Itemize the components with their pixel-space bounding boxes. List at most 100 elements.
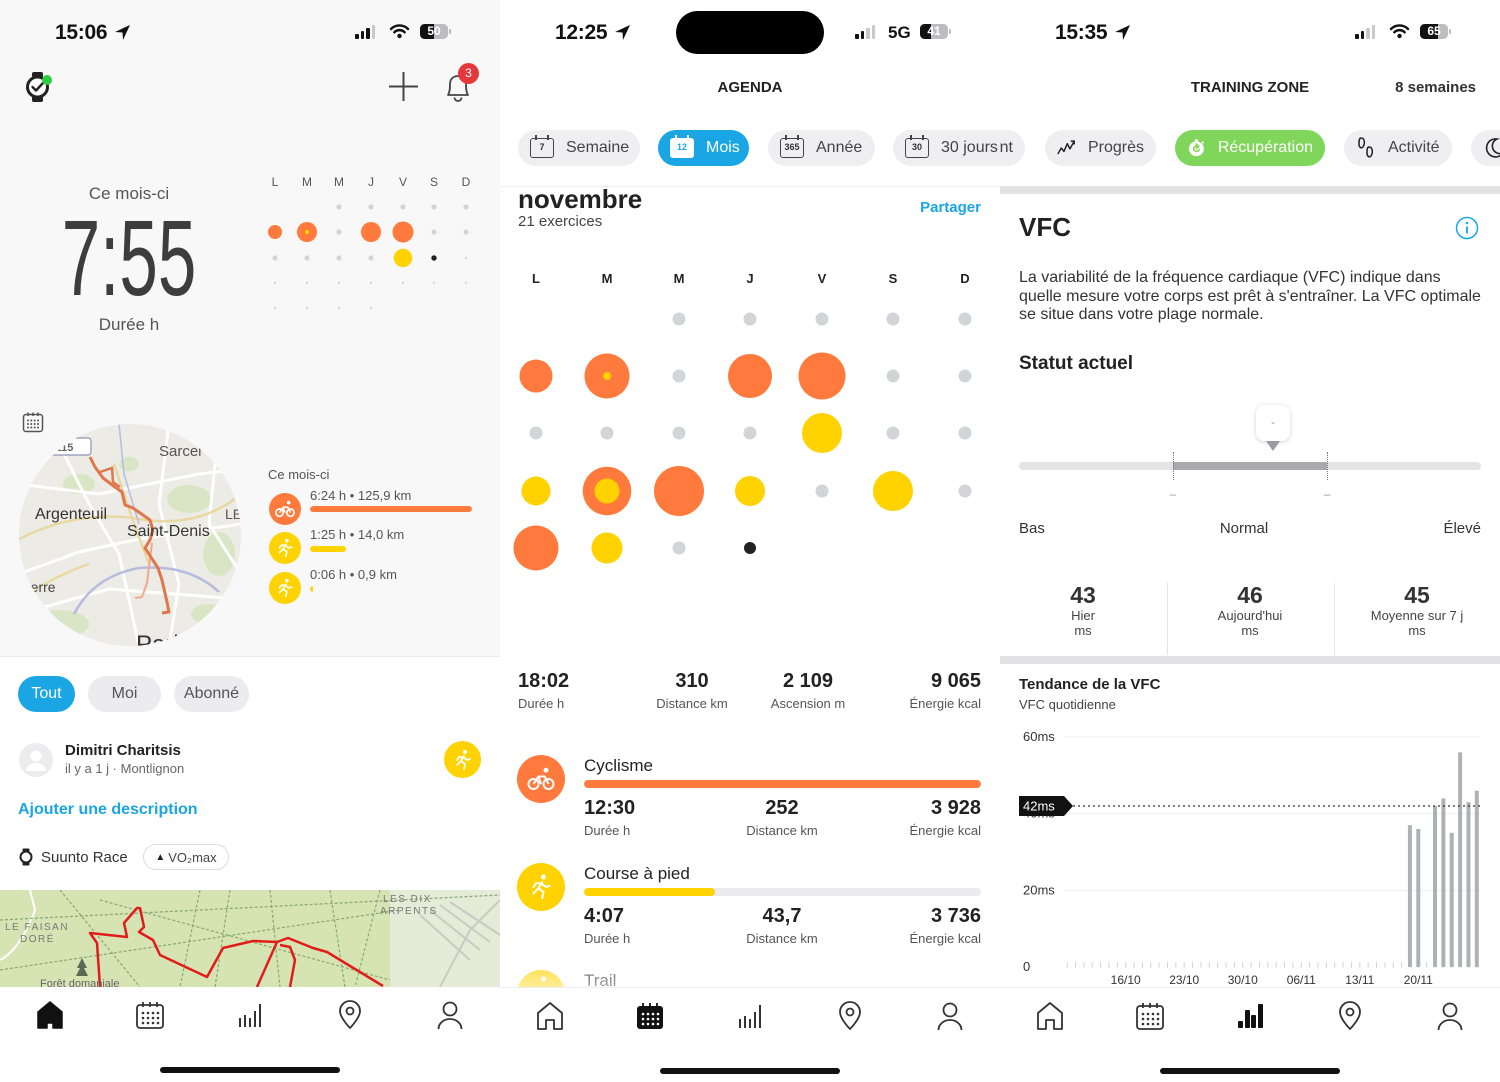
nav-map[interactable] xyxy=(335,1000,365,1030)
running-activity-dot[interactable] xyxy=(603,372,611,380)
hrv-bar[interactable] xyxy=(1474,790,1479,967)
notification-badge: 3 xyxy=(458,63,479,84)
tab-training-partial[interactable]: ent xyxy=(1000,130,1025,166)
nav-training[interactable] xyxy=(1235,1001,1265,1031)
calendar-30-days-icon: 30 xyxy=(905,135,929,158)
nav-calendar[interactable] xyxy=(1135,1001,1165,1031)
bottom-nav xyxy=(500,987,1000,1082)
tab-recovery[interactable]: Récupération xyxy=(1175,130,1325,166)
rest-day-dot xyxy=(463,204,469,210)
hrv-stat-value: 43 xyxy=(1070,582,1096,608)
running-activity-dot[interactable] xyxy=(802,413,842,453)
hrv-bar[interactable] xyxy=(1458,752,1463,967)
rest-day-dot xyxy=(886,369,900,383)
share-button[interactable]: Partager xyxy=(920,200,981,215)
map-label: LE xyxy=(225,506,241,522)
cycling-activity-dot[interactable] xyxy=(361,222,381,242)
home-icon xyxy=(1037,1002,1063,1030)
future-day-dot xyxy=(369,281,373,285)
nav-home[interactable] xyxy=(1035,1001,1065,1031)
nav-map[interactable] xyxy=(1335,1001,1365,1031)
running-activity-dot[interactable] xyxy=(594,478,620,504)
running-activity-dot[interactable] xyxy=(521,476,551,506)
cycling-activity-dot[interactable] xyxy=(392,221,414,243)
cycling-activity-dot[interactable] xyxy=(728,354,772,398)
hrv-trend-chart[interactable]: 020ms40ms60ms16/1023/1030/1006/1113/1120… xyxy=(1000,725,1500,990)
cycling-activity-dot[interactable] xyxy=(798,352,846,400)
watch-connected-icon[interactable] xyxy=(22,70,56,104)
weekday-label: D xyxy=(960,271,970,286)
rest-day-dot xyxy=(463,229,469,235)
cycling-activity-dot[interactable] xyxy=(268,225,282,239)
x-tick-label: 06/11 xyxy=(1287,973,1316,987)
y-tick-label: 60ms xyxy=(1023,729,1055,744)
rest-day-dot xyxy=(368,204,374,210)
sport-stat-label: Durée h xyxy=(584,823,631,838)
running-activity-dot[interactable] xyxy=(591,532,623,564)
nav-map[interactable] xyxy=(835,1001,865,1031)
nav-calendar[interactable] xyxy=(635,1001,665,1031)
moon-icon xyxy=(1485,138,1500,158)
battery-indicator: 41 xyxy=(920,24,951,39)
hrv-bar[interactable] xyxy=(1466,802,1471,967)
tab-sleep[interactable] xyxy=(1471,130,1500,166)
period-selector[interactable]: 8 semaines xyxy=(1395,80,1476,95)
hrv-bar[interactable] xyxy=(1416,829,1421,967)
home-indicator[interactable] xyxy=(160,1067,340,1073)
post-route-map[interactable]: LES DIX ARPENTS LE FAISAN DORÉ Forêt dom… xyxy=(0,890,500,987)
home-indicator[interactable] xyxy=(1160,1068,1340,1074)
battery-level: 50 xyxy=(427,24,441,38)
home-indicator[interactable] xyxy=(660,1068,840,1074)
vo2max-label: VO₂max xyxy=(168,849,217,865)
status-time: 15:35 xyxy=(1055,21,1108,44)
running-activity-dot[interactable] xyxy=(393,248,413,268)
today-dot[interactable] xyxy=(431,255,437,261)
cycling-activity-dot[interactable] xyxy=(513,525,559,571)
nav-training[interactable] xyxy=(235,1000,265,1030)
cellular-signal-icon xyxy=(1355,25,1375,39)
add-description-link[interactable]: Ajouter une description xyxy=(18,802,198,818)
running-activity-dot[interactable] xyxy=(305,230,309,234)
hrv-stat-unit: ms xyxy=(1408,623,1426,638)
filter-following[interactable]: Abonné xyxy=(174,676,249,712)
today-dot[interactable] xyxy=(744,542,756,554)
tab-30-days[interactable]: 30 30 jours xyxy=(893,130,1000,166)
running-activity-dot[interactable] xyxy=(735,476,765,506)
add-icon[interactable] xyxy=(388,71,419,102)
summary-duration-value: 7:55 xyxy=(61,197,197,318)
tab-activity[interactable]: Activité xyxy=(1344,130,1452,166)
month-routes-map[interactable]: A 115 Sarcel Argenteuil Saint-Denis LE n… xyxy=(19,424,241,646)
avatar[interactable] xyxy=(19,743,53,777)
nav-home[interactable] xyxy=(535,1001,565,1031)
y-tick-label: 0 xyxy=(1023,959,1030,974)
nav-training[interactable] xyxy=(735,1001,765,1031)
info-icon[interactable] xyxy=(1455,216,1479,240)
divider xyxy=(1167,583,1168,655)
future-day-dot xyxy=(464,281,468,285)
cycling-activity-dot[interactable] xyxy=(519,359,553,393)
nav-profile[interactable] xyxy=(435,1000,465,1030)
hrv-bar[interactable] xyxy=(1433,806,1438,967)
trend-icon xyxy=(1057,140,1075,155)
nav-profile[interactable] xyxy=(935,1001,965,1031)
rest-day-dot xyxy=(815,484,829,498)
nav-calendar[interactable] xyxy=(135,1000,165,1030)
tab-week[interactable]: 7 Semaine xyxy=(518,130,640,166)
tab-month[interactable]: 12 Mois xyxy=(658,130,749,166)
nav-profile[interactable] xyxy=(1435,1001,1465,1031)
hrv-bar[interactable] xyxy=(1449,832,1454,967)
tab-progress[interactable]: Progrès xyxy=(1045,130,1156,166)
hrv-bar[interactable] xyxy=(1441,798,1446,967)
post-meta: il y a 1 j · Montlignon xyxy=(65,761,185,776)
future-day-dot xyxy=(305,306,309,310)
filter-me[interactable]: Moi xyxy=(88,676,161,712)
running-activity-dot[interactable] xyxy=(873,471,913,511)
tab-year[interactable]: 365 Année xyxy=(768,130,875,166)
duration-bar xyxy=(584,888,981,896)
post-author[interactable]: Dimitri Charitsis xyxy=(65,743,181,758)
hrv-bar[interactable] xyxy=(1407,825,1412,967)
nav-home[interactable] xyxy=(35,1000,65,1030)
tab-label: ent xyxy=(1000,139,1013,156)
filter-all[interactable]: Tout xyxy=(18,676,75,712)
cycling-activity-dot[interactable] xyxy=(654,466,704,516)
